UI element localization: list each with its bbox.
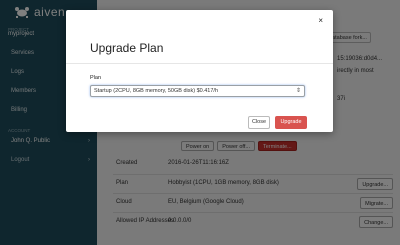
dialog-divider [66, 63, 333, 64]
plan-select-value: Startup (2CPU, 8GB memory, 50GB disk) $0… [94, 88, 219, 94]
select-arrows-icon: ⇕ [295, 88, 301, 94]
upgrade-plan-dialog: × Upgrade Plan Plan Startup (2CPU, 8GB m… [66, 10, 333, 132]
plan-field-label: Plan [90, 75, 102, 81]
close-button[interactable]: Close [248, 116, 270, 129]
upgrade-button[interactable]: Upgrade [275, 116, 307, 129]
dialog-title: Upgrade Plan [90, 41, 164, 55]
plan-select[interactable]: Startup (2CPU, 8GB memory, 50GB disk) $0… [90, 85, 305, 97]
close-icon[interactable]: × [318, 17, 323, 25]
